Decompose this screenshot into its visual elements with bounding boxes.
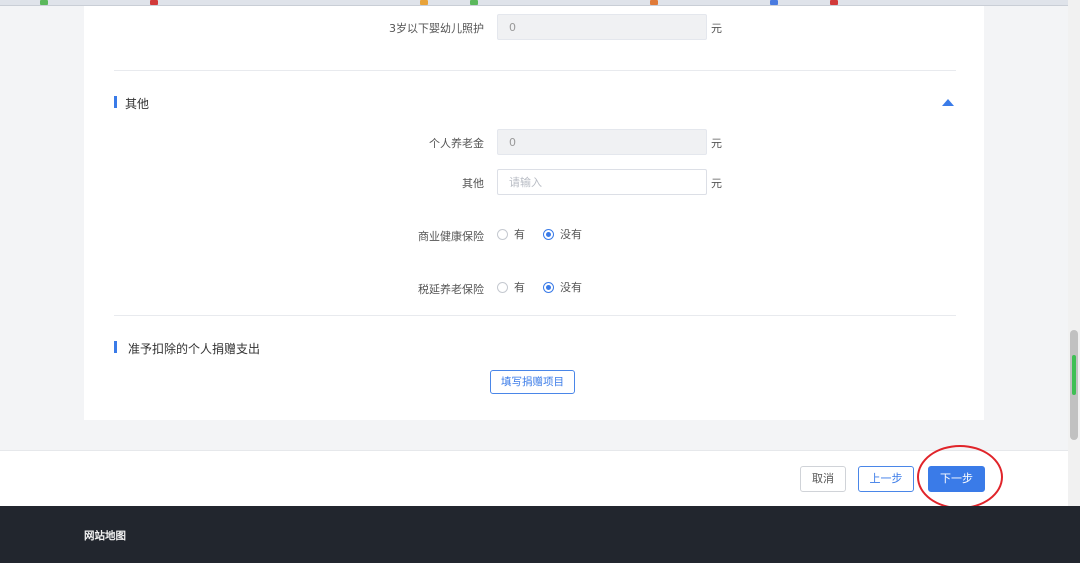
radio-circle-icon	[497, 281, 508, 293]
personal-pension-unit: 元	[711, 137, 722, 150]
page-scrollbar[interactable]	[1068, 0, 1080, 506]
personal-pension-label: 个人养老金	[429, 137, 484, 150]
highlight-circle-annotation	[917, 445, 1003, 509]
infant-care-unit: 元	[711, 22, 722, 35]
infant-care-label: 3岁以下婴幼儿照护	[389, 22, 484, 35]
commercial-health-insurance-label: 商业健康保险	[418, 230, 484, 243]
section-title-donation: 准予扣除的个人捐赠支出	[114, 340, 260, 357]
collapse-arrow-icon[interactable]	[942, 99, 954, 106]
section-divider	[114, 70, 956, 71]
other-input[interactable]	[497, 169, 707, 195]
other-label: 其他	[462, 177, 484, 190]
radio-no[interactable]: 没有	[543, 226, 582, 242]
radio-circle-icon	[543, 228, 554, 240]
radio-no[interactable]: 没有	[543, 279, 582, 295]
radio-yes[interactable]: 有	[497, 226, 525, 242]
bookmark-icon[interactable]	[150, 0, 158, 5]
previous-step-button[interactable]: 上一步	[858, 466, 914, 492]
other-unit: 元	[711, 177, 722, 190]
radio-circle-icon	[543, 281, 554, 293]
bookmark-icon[interactable]	[830, 0, 838, 5]
personal-pension-input	[497, 129, 707, 155]
tax-deferred-pension-insurance-radio-group: 有 没有	[497, 279, 600, 295]
section-divider	[114, 315, 956, 316]
bookmark-icon[interactable]	[470, 0, 478, 5]
scrollbar-accent	[1072, 355, 1076, 395]
site-footer: 网站地图	[0, 506, 1080, 563]
radio-circle-icon	[497, 228, 508, 240]
form-card: 3岁以下婴幼儿照护 元 其他 个人养老金 元 其他 元 商业健康保险 有 没有 …	[84, 6, 984, 420]
bookmark-icon[interactable]	[420, 0, 428, 5]
cancel-button[interactable]: 取消	[800, 466, 846, 492]
page-content: 3岁以下婴幼儿照护 元 其他 个人养老金 元 其他 元 商业健康保险 有 没有 …	[0, 6, 1068, 450]
section-title-other: 其他	[114, 95, 149, 112]
commercial-health-insurance-radio-group: 有 没有	[497, 226, 600, 242]
tax-deferred-pension-insurance-label: 税延养老保险	[418, 283, 484, 296]
infant-care-input	[497, 14, 707, 40]
radio-yes[interactable]: 有	[497, 279, 525, 295]
bookmark-icon[interactable]	[650, 0, 658, 5]
footer-sitemap-title[interactable]: 网站地图	[84, 528, 126, 543]
bookmark-icon[interactable]	[770, 0, 778, 5]
bookmark-icon[interactable]	[40, 0, 48, 5]
fill-donation-button[interactable]: 填写捐赠项目	[490, 370, 575, 394]
bottom-action-bar: 取消 上一步 下一步	[0, 450, 1068, 506]
